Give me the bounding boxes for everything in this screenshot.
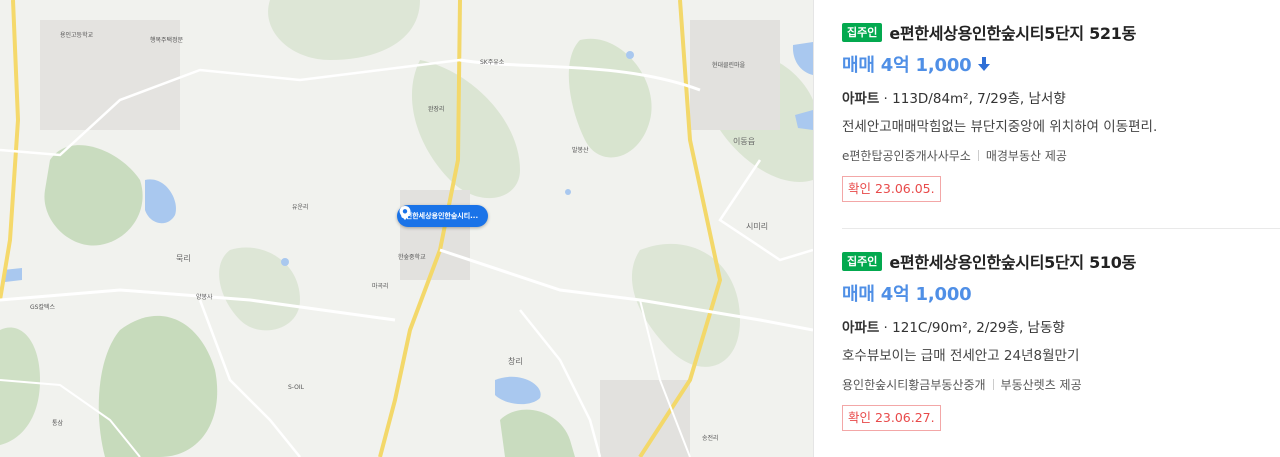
divider (992, 379, 994, 390)
place-label: 발봉산 (572, 147, 589, 154)
place-label: SK주유소 (480, 59, 505, 66)
listing-price: 매매 4억 1,000 (842, 284, 972, 305)
place-label: GS칼텍스 (30, 304, 56, 311)
price-down-icon (978, 57, 991, 71)
place-label: 용인고등학교 (60, 32, 94, 39)
listing-spec: 아파트 · 121C/90m², 2/29층, 남동향 (842, 316, 1280, 336)
owner-badge: 집주인 (842, 22, 883, 42)
provider-label: 매경부동산 제공 (985, 149, 1067, 163)
property-type: 아파트 (842, 320, 880, 336)
location-pin-icon (399, 206, 411, 220)
map-view[interactable]: 용인고등학교 행복주택정문 현대클린마을 완장리 발봉산 이동읍 시미리 묵리 … (0, 0, 813, 457)
listing-panel[interactable]: 집주인 e편한세상용인한숲시티5단지 521동 매매 4억 1,000 아파트 … (814, 0, 1280, 457)
listing-card[interactable]: 집주인 e편한세상용인한숲시티5단지 510동 매매 4억 1,000 아파트 … (842, 250, 1280, 431)
agency-row: 용인한숲시티황금부동산중개 부동산렛츠 제공 (842, 376, 1280, 393)
place-label: 시미리 (746, 222, 769, 231)
place-label: 유운리 (292, 204, 309, 211)
agency-row: e편한탑공인중개사사무소 매경부동산 제공 (842, 147, 1280, 164)
provider-label: 부동산렛츠 제공 (1000, 378, 1082, 392)
place-label: 묵리 (176, 254, 191, 263)
place-label: 한숲중학교 (398, 254, 426, 261)
map-canvas[interactable] (0, 0, 813, 457)
confirm-date-badge: 확인 23.06.05. (842, 176, 941, 202)
listing-card[interactable]: 집주인 e편한세상용인한숲시티5단지 521동 매매 4억 1,000 아파트 … (842, 21, 1280, 202)
listing-description: 전세안고매매막힘없는 뷰단지중앙에 위치하여 이동편리. (842, 119, 1158, 135)
listing-title[interactable]: e편한세상용인한숲시티5단지 521동 (889, 20, 1136, 44)
owner-badge: 집주인 (842, 251, 883, 271)
listing-price: 매매 4억 1,000 (842, 55, 972, 76)
place-label: 통삼 (52, 420, 64, 427)
spec-details: · 121C/90m², 2/29층, 남동향 (879, 320, 1065, 336)
place-label: S-OIL (288, 384, 304, 391)
agency-name[interactable]: e편한탑공인중개사사무소 (842, 147, 971, 164)
agency-name[interactable]: 용인한숲시티황금부동산중개 (842, 376, 986, 393)
place-label: 이동읍 (733, 137, 756, 146)
listing-spec: 아파트 · 113D/84m², 7/29층, 남서향 (842, 87, 1280, 107)
map-marker[interactable]: e편한세상용인한숲시티... (397, 205, 489, 227)
divider (977, 150, 979, 161)
place-label: 행복주택정문 (150, 37, 184, 44)
spec-details: · 113D/84m², 7/29층, 남서향 (879, 91, 1066, 107)
place-label: 완장리 (428, 106, 445, 113)
listing-description: 호수뷰보이는 급매 전세안고 24년8월만기 (842, 348, 1080, 364)
listing-separator (842, 228, 1280, 229)
place-label: 마곡리 (372, 283, 389, 290)
place-label: 송전리 (702, 435, 719, 442)
confirm-date-badge: 확인 23.06.27. (842, 405, 941, 431)
place-label: 창리 (508, 357, 523, 366)
listing-title[interactable]: e편한세상용인한숲시티5단지 510동 (889, 249, 1136, 273)
place-label: 현대클린마을 (712, 62, 746, 69)
place-label: 양봉사 (196, 294, 213, 301)
property-type: 아파트 (842, 91, 880, 107)
